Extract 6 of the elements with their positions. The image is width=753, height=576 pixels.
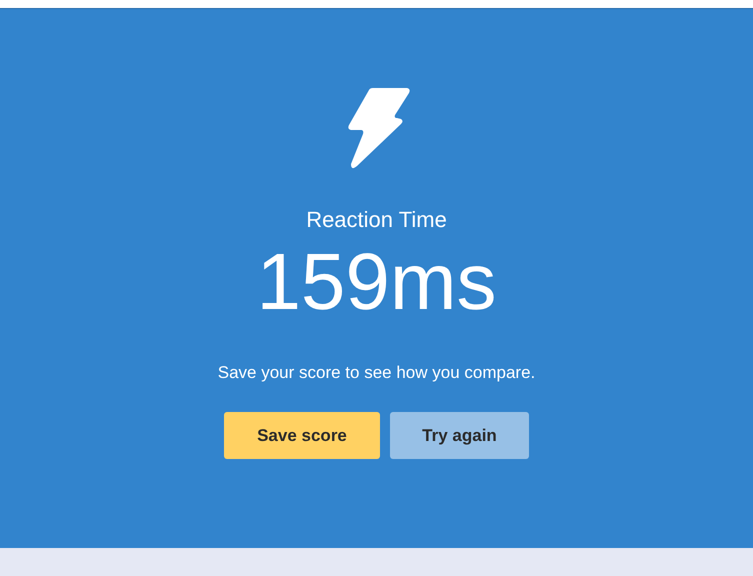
save-score-button[interactable]: Save score (224, 412, 380, 459)
result-title: Reaction Time (306, 207, 447, 233)
lightning-bolt-icon (346, 88, 410, 170)
result-message: Save your score to see how you compare. (218, 363, 536, 383)
reaction-time-value: 159ms (256, 240, 497, 324)
try-again-button[interactable]: Try again (390, 412, 529, 459)
